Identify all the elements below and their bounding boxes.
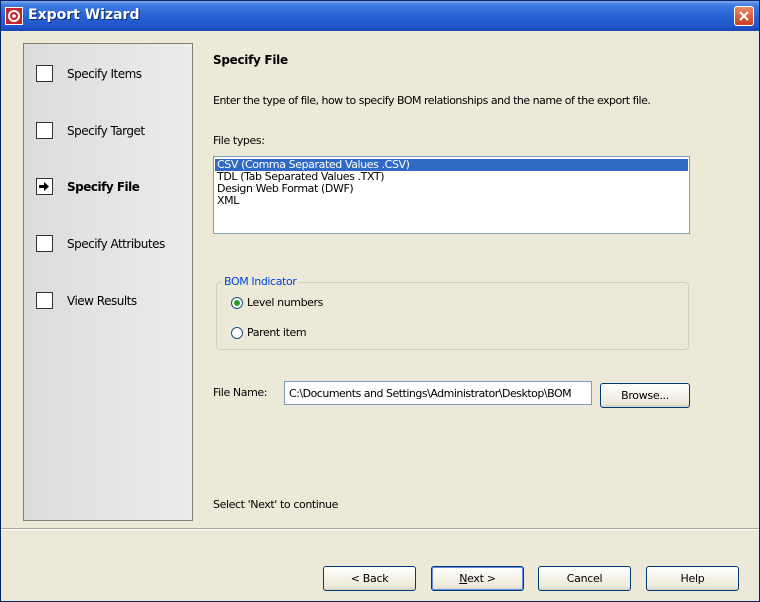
file-name-label: File Name: xyxy=(213,386,268,399)
step-label: Specify Attributes xyxy=(67,237,165,251)
file-name-field[interactable] xyxy=(284,381,592,405)
radio-button-selected[interactable] xyxy=(231,297,243,309)
next-button[interactable]: Next > xyxy=(431,566,524,591)
step-label: Specify File xyxy=(67,180,140,194)
help-button[interactable]: Help xyxy=(646,566,739,591)
step-current-marker xyxy=(36,178,53,195)
arrow-right-icon xyxy=(39,182,49,191)
close-button[interactable] xyxy=(734,6,754,26)
file-types-list[interactable]: CSV (Comma Separated Values .CSV) TDL (T… xyxy=(213,156,690,234)
title-bar[interactable]: Export Wizard xyxy=(1,1,759,31)
cancel-button[interactable]: Cancel xyxy=(538,566,631,591)
step-checkbox xyxy=(36,65,53,82)
file-name-input[interactable] xyxy=(289,382,591,404)
app-icon xyxy=(5,7,23,25)
step-label: View Results xyxy=(67,294,137,308)
window-title: Export Wizard xyxy=(28,7,140,23)
next-mnemonic: N xyxy=(459,572,468,585)
list-item[interactable]: XML xyxy=(215,195,688,207)
step-label: Specify Target xyxy=(67,124,145,138)
browse-button[interactable]: Browse... xyxy=(600,383,690,408)
bom-indicator-group xyxy=(216,282,689,350)
close-icon xyxy=(739,11,749,21)
radio-button[interactable] xyxy=(231,327,243,339)
step-checkbox xyxy=(36,292,53,309)
next-label-suffix: ext > xyxy=(467,572,496,585)
radio-label[interactable]: Parent item xyxy=(247,326,307,339)
continue-hint: Select 'Next' to continue xyxy=(213,498,338,511)
step-label: Specify Items xyxy=(67,67,142,81)
radio-label[interactable]: Level numbers xyxy=(247,296,323,309)
steps-sidebar: Specify Items Specify Target Specify Fil… xyxy=(23,43,193,521)
page-description: Enter the type of file, how to specify B… xyxy=(213,94,651,107)
radio-dot xyxy=(234,300,240,306)
bom-indicator-legend: BOM Indicator xyxy=(222,275,299,288)
page-title: Specify File xyxy=(213,53,288,67)
step-checkbox xyxy=(36,235,53,252)
export-wizard-window: Export Wizard Specify Items Specify Targ… xyxy=(0,0,760,602)
footer-divider xyxy=(1,528,759,530)
step-checkbox xyxy=(36,122,53,139)
file-types-label: File types: xyxy=(213,134,265,147)
list-item[interactable]: Design Web Format (DWF) xyxy=(215,183,688,195)
back-button[interactable]: < Back xyxy=(323,566,416,591)
